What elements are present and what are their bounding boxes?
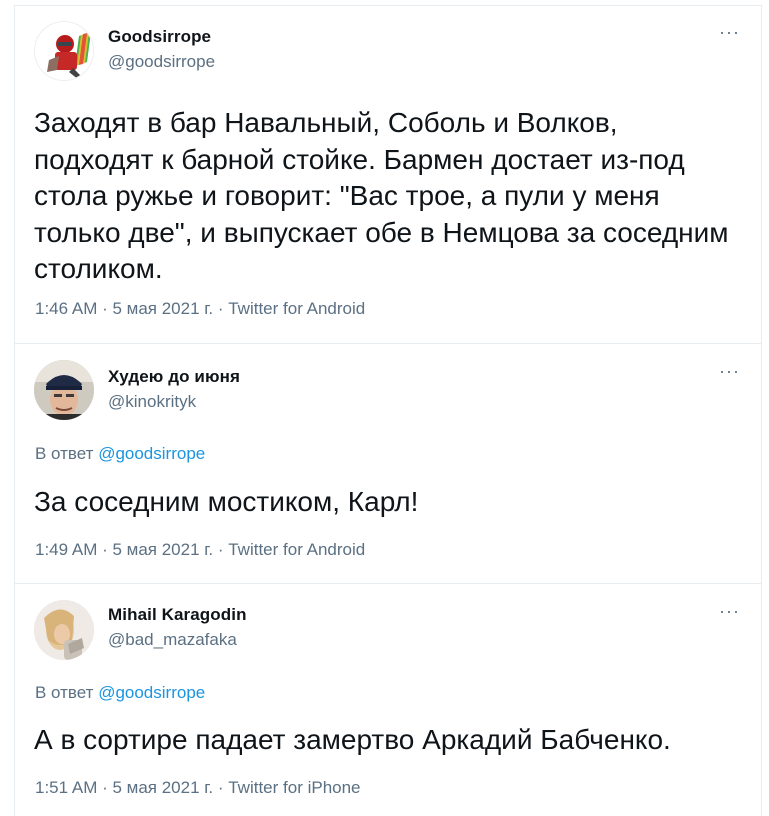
tweet-text: Заходят в бар Навальный, Соболь и Волков… bbox=[34, 107, 729, 284]
avatar[interactable] bbox=[34, 21, 94, 81]
reply-prefix: В ответ bbox=[35, 683, 94, 702]
avatar[interactable] bbox=[34, 360, 94, 420]
tweet-text: А в сортире падает замертво Аркадий Бабч… bbox=[34, 724, 671, 755]
avatar-icon bbox=[35, 22, 93, 80]
author-handle[interactable]: @bad_mazafaka bbox=[108, 630, 237, 650]
tweet-timestamp[interactable]: 1:49 AM · 5 мая 2021 г. · Twitter for An… bbox=[35, 540, 365, 560]
avatar[interactable] bbox=[34, 600, 94, 660]
author-name[interactable]: Goodsirrope bbox=[108, 27, 211, 47]
more-icon[interactable]: ··· bbox=[719, 602, 740, 620]
author-handle[interactable]: @kinokrityk bbox=[108, 392, 196, 412]
tweet-bad-mazafaka[interactable]: Mihail Karagodin @bad_mazafaka ··· В отв… bbox=[14, 583, 762, 816]
reply-prefix: В ответ bbox=[35, 444, 94, 463]
reply-context: В ответ @goodsirrope bbox=[35, 683, 205, 703]
tweet-kinokrityk[interactable]: Худею до июня @kinokrityk ··· В ответ @g… bbox=[14, 343, 762, 583]
reply-mention-link[interactable]: @goodsirrope bbox=[98, 444, 205, 463]
reply-mention-link[interactable]: @goodsirrope bbox=[98, 683, 205, 702]
tweet-timestamp[interactable]: 1:46 AM · 5 мая 2021 г. · Twitter for An… bbox=[35, 299, 365, 319]
author-handle[interactable]: @goodsirrope bbox=[108, 52, 215, 72]
author-name[interactable]: Mihail Karagodin bbox=[108, 605, 247, 625]
more-icon[interactable]: ··· bbox=[719, 23, 740, 41]
avatar-icon bbox=[34, 600, 94, 660]
avatar-icon bbox=[34, 360, 94, 420]
tweet-text: За соседним мостиком, Карл! bbox=[34, 486, 419, 517]
tweet-timestamp[interactable]: 1:51 AM · 5 мая 2021 г. · Twitter for iP… bbox=[35, 778, 361, 798]
author-name[interactable]: Худею до июня bbox=[108, 367, 240, 387]
tweet-goodsirrope[interactable]: Goodsirrope @goodsirrope ··· Заходят в б… bbox=[14, 5, 762, 343]
reply-context: В ответ @goodsirrope bbox=[35, 444, 205, 464]
more-icon[interactable]: ··· bbox=[719, 362, 740, 380]
